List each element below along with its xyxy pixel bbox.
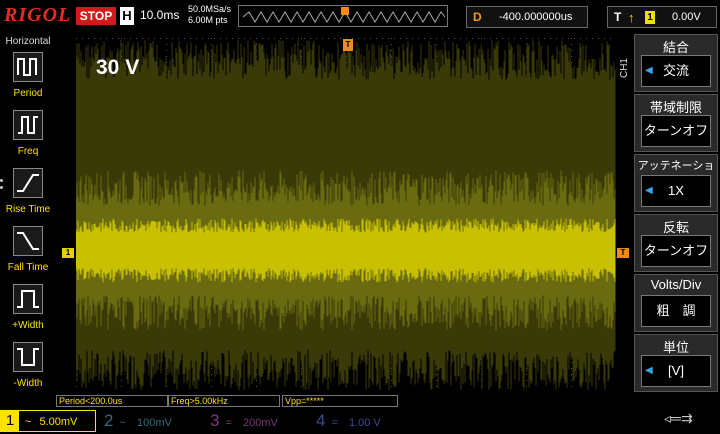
- channel-2-coupling: ~: [119, 417, 126, 429]
- menu-attenuation-value-box[interactable]: ◀ 1X: [641, 175, 711, 207]
- timebase-value: 10.0ms: [140, 8, 180, 22]
- channel-3-scale: 200mV: [242, 417, 278, 429]
- usb-icon: ◃═⇉: [664, 410, 693, 426]
- measure-fall-time-button[interactable]: Fall Time: [0, 226, 56, 284]
- menu-channel-label: CH1: [619, 58, 630, 79]
- menu-volts-div-value-box[interactable]: 粗 調: [641, 295, 711, 327]
- measure-positive-width-label: +Width: [12, 320, 44, 331]
- channel-1-status[interactable]: 1 ~5.00mV: [0, 410, 96, 432]
- menu-unit[interactable]: 単位 ◀ [V]: [634, 334, 718, 392]
- menu-invert-value: ターンオフ: [643, 243, 709, 258]
- delay-box[interactable]: D -400.000000us: [466, 6, 588, 28]
- sample-rate: 50.0MSa/s: [188, 4, 232, 14]
- trigger-level-marker[interactable]: T: [617, 248, 629, 258]
- channel-2-number: 2: [104, 411, 114, 430]
- horizontal-key[interactable]: H: [120, 7, 134, 25]
- measure-negative-width-button[interactable]: -Width: [0, 342, 56, 400]
- delay-value: -400.000000us: [499, 11, 573, 23]
- menu-attenuation-value: 1X: [668, 183, 684, 198]
- menu-bandwidth-limit-value: ターンオフ: [643, 123, 709, 138]
- menu-unit-title: 単位: [662, 340, 689, 355]
- negative-width-icon: [13, 342, 43, 372]
- trigger-level: 0.00V: [672, 11, 701, 23]
- menu-invert-title: 反転: [662, 220, 689, 235]
- menu-volts-div-title: Volts/Div: [650, 277, 702, 292]
- measure-positive-width-button[interactable]: +Width: [0, 284, 56, 342]
- delay-key: D: [473, 10, 482, 24]
- channel-3-number: 3: [210, 411, 220, 430]
- menu-bandwidth-limit[interactable]: 帯域制限 ターンオフ: [634, 94, 718, 152]
- channel-4-status[interactable]: 4 = 1.00 V: [316, 410, 416, 432]
- measure-rise-time-label: Rise Time: [5, 204, 51, 215]
- menu-volts-div[interactable]: Volts/Div 粗 調: [634, 274, 718, 332]
- menu-arrow-icon: ◀: [645, 185, 653, 196]
- trigger-box[interactable]: T ↑ 1 0.00V: [607, 6, 717, 28]
- trigger-position-marker: [341, 7, 349, 15]
- menu-bandwidth-limit-value-box[interactable]: ターンオフ: [641, 115, 711, 147]
- channel-2-scale: 100mV: [136, 417, 172, 429]
- menu-arrow-icon: ◀: [645, 65, 653, 76]
- menu-coupling[interactable]: 結合 ◀ 交流: [634, 34, 718, 92]
- channel-status-bar: 1 ~5.00mV 2 ~ 100mV 3 = 200mV 4 = 1.00 V: [0, 408, 720, 432]
- panel-page-indicator: [0, 179, 4, 193]
- memory-overview-waveform: [242, 7, 446, 23]
- channel-1-coupling: ~: [25, 416, 32, 428]
- rising-edge-icon: ↑: [628, 10, 635, 25]
- positive-width-icon: [13, 284, 43, 314]
- top-status-bar: RIGOL STOP H 10.0ms 50.0MSa/s 6.00M pts …: [0, 0, 720, 34]
- measurement-vpp: Vpp=*****: [282, 395, 398, 407]
- period-icon: [13, 52, 43, 82]
- menu-unit-value-box[interactable]: ◀ [V]: [641, 355, 711, 387]
- trigger-key: T: [614, 10, 622, 24]
- measure-freq-button[interactable]: Freq: [0, 110, 56, 168]
- memory-depth: 6.00M pts: [188, 15, 228, 25]
- channel-4-scale: 1.00 V: [348, 417, 381, 429]
- waveform-canvas: [76, 38, 616, 390]
- acquisition-info: 50.0MSa/s 6.00M pts: [188, 4, 231, 26]
- measure-fall-time-label: Fall Time: [7, 262, 49, 273]
- channel-3-coupling: =: [225, 417, 232, 429]
- rise-time-icon: [13, 168, 43, 198]
- channel-1-number: 1: [1, 411, 19, 431]
- memory-overview-strip: [238, 5, 448, 27]
- panel-title: Horizontal: [5, 36, 51, 47]
- measurement-period: Period<200.0us: [56, 395, 168, 407]
- trigger-source-badge: 1: [645, 11, 655, 24]
- menu-invert[interactable]: 反転 ターンオフ: [634, 214, 718, 272]
- measure-negative-width-label: -Width: [13, 378, 43, 389]
- run-stop-indicator[interactable]: STOP: [76, 7, 116, 25]
- measure-period-label: Period: [13, 88, 43, 99]
- measure-freq-label: Freq: [17, 146, 39, 157]
- measurement-freq: Freq>5.00kHz: [168, 395, 280, 407]
- fall-time-icon: [13, 226, 43, 256]
- measure-period-button[interactable]: Period: [0, 52, 56, 110]
- measure-rise-time-button[interactable]: Rise Time: [0, 168, 56, 226]
- channel-4-number: 4: [316, 411, 326, 430]
- menu-coupling-value-box[interactable]: ◀ 交流: [641, 55, 711, 87]
- channel-4-coupling: =: [331, 417, 338, 429]
- ch1-offset-marker[interactable]: 1: [62, 248, 74, 258]
- channel-3-status[interactable]: 3 = 200mV: [210, 410, 310, 432]
- menu-invert-value-box[interactable]: ターンオフ: [641, 235, 711, 267]
- menu-coupling-title: 結合: [662, 40, 689, 55]
- overlay-voltage-label: 30 V: [96, 56, 140, 79]
- menu-bandwidth-limit-title: 帯域制限: [649, 100, 702, 115]
- channel-1-scale: 5.00mV: [39, 416, 78, 428]
- channel-menu: 結合 ◀交流 帯域制限 ターンオフ アッテネーション ◀1X 反転 ターンオフ …: [634, 34, 720, 408]
- waveform-display[interactable]: [76, 38, 616, 392]
- channel-2-status[interactable]: 2 ~ 100mV: [104, 410, 204, 432]
- trigger-position-top-marker: T: [343, 39, 353, 51]
- menu-attenuation[interactable]: アッテネーション ◀1X: [634, 154, 718, 212]
- freq-icon: [13, 110, 43, 140]
- brand-logo: RIGOL: [4, 4, 72, 26]
- menu-volts-div-value: 粗 調: [656, 303, 696, 318]
- menu-coupling-value: 交流: [662, 63, 689, 78]
- measurement-side-panel: Horizontal Period Freq Rise Time Fall Ti…: [0, 34, 56, 404]
- menu-unit-value: [V]: [668, 363, 684, 378]
- menu-arrow-icon: ◀: [645, 365, 653, 376]
